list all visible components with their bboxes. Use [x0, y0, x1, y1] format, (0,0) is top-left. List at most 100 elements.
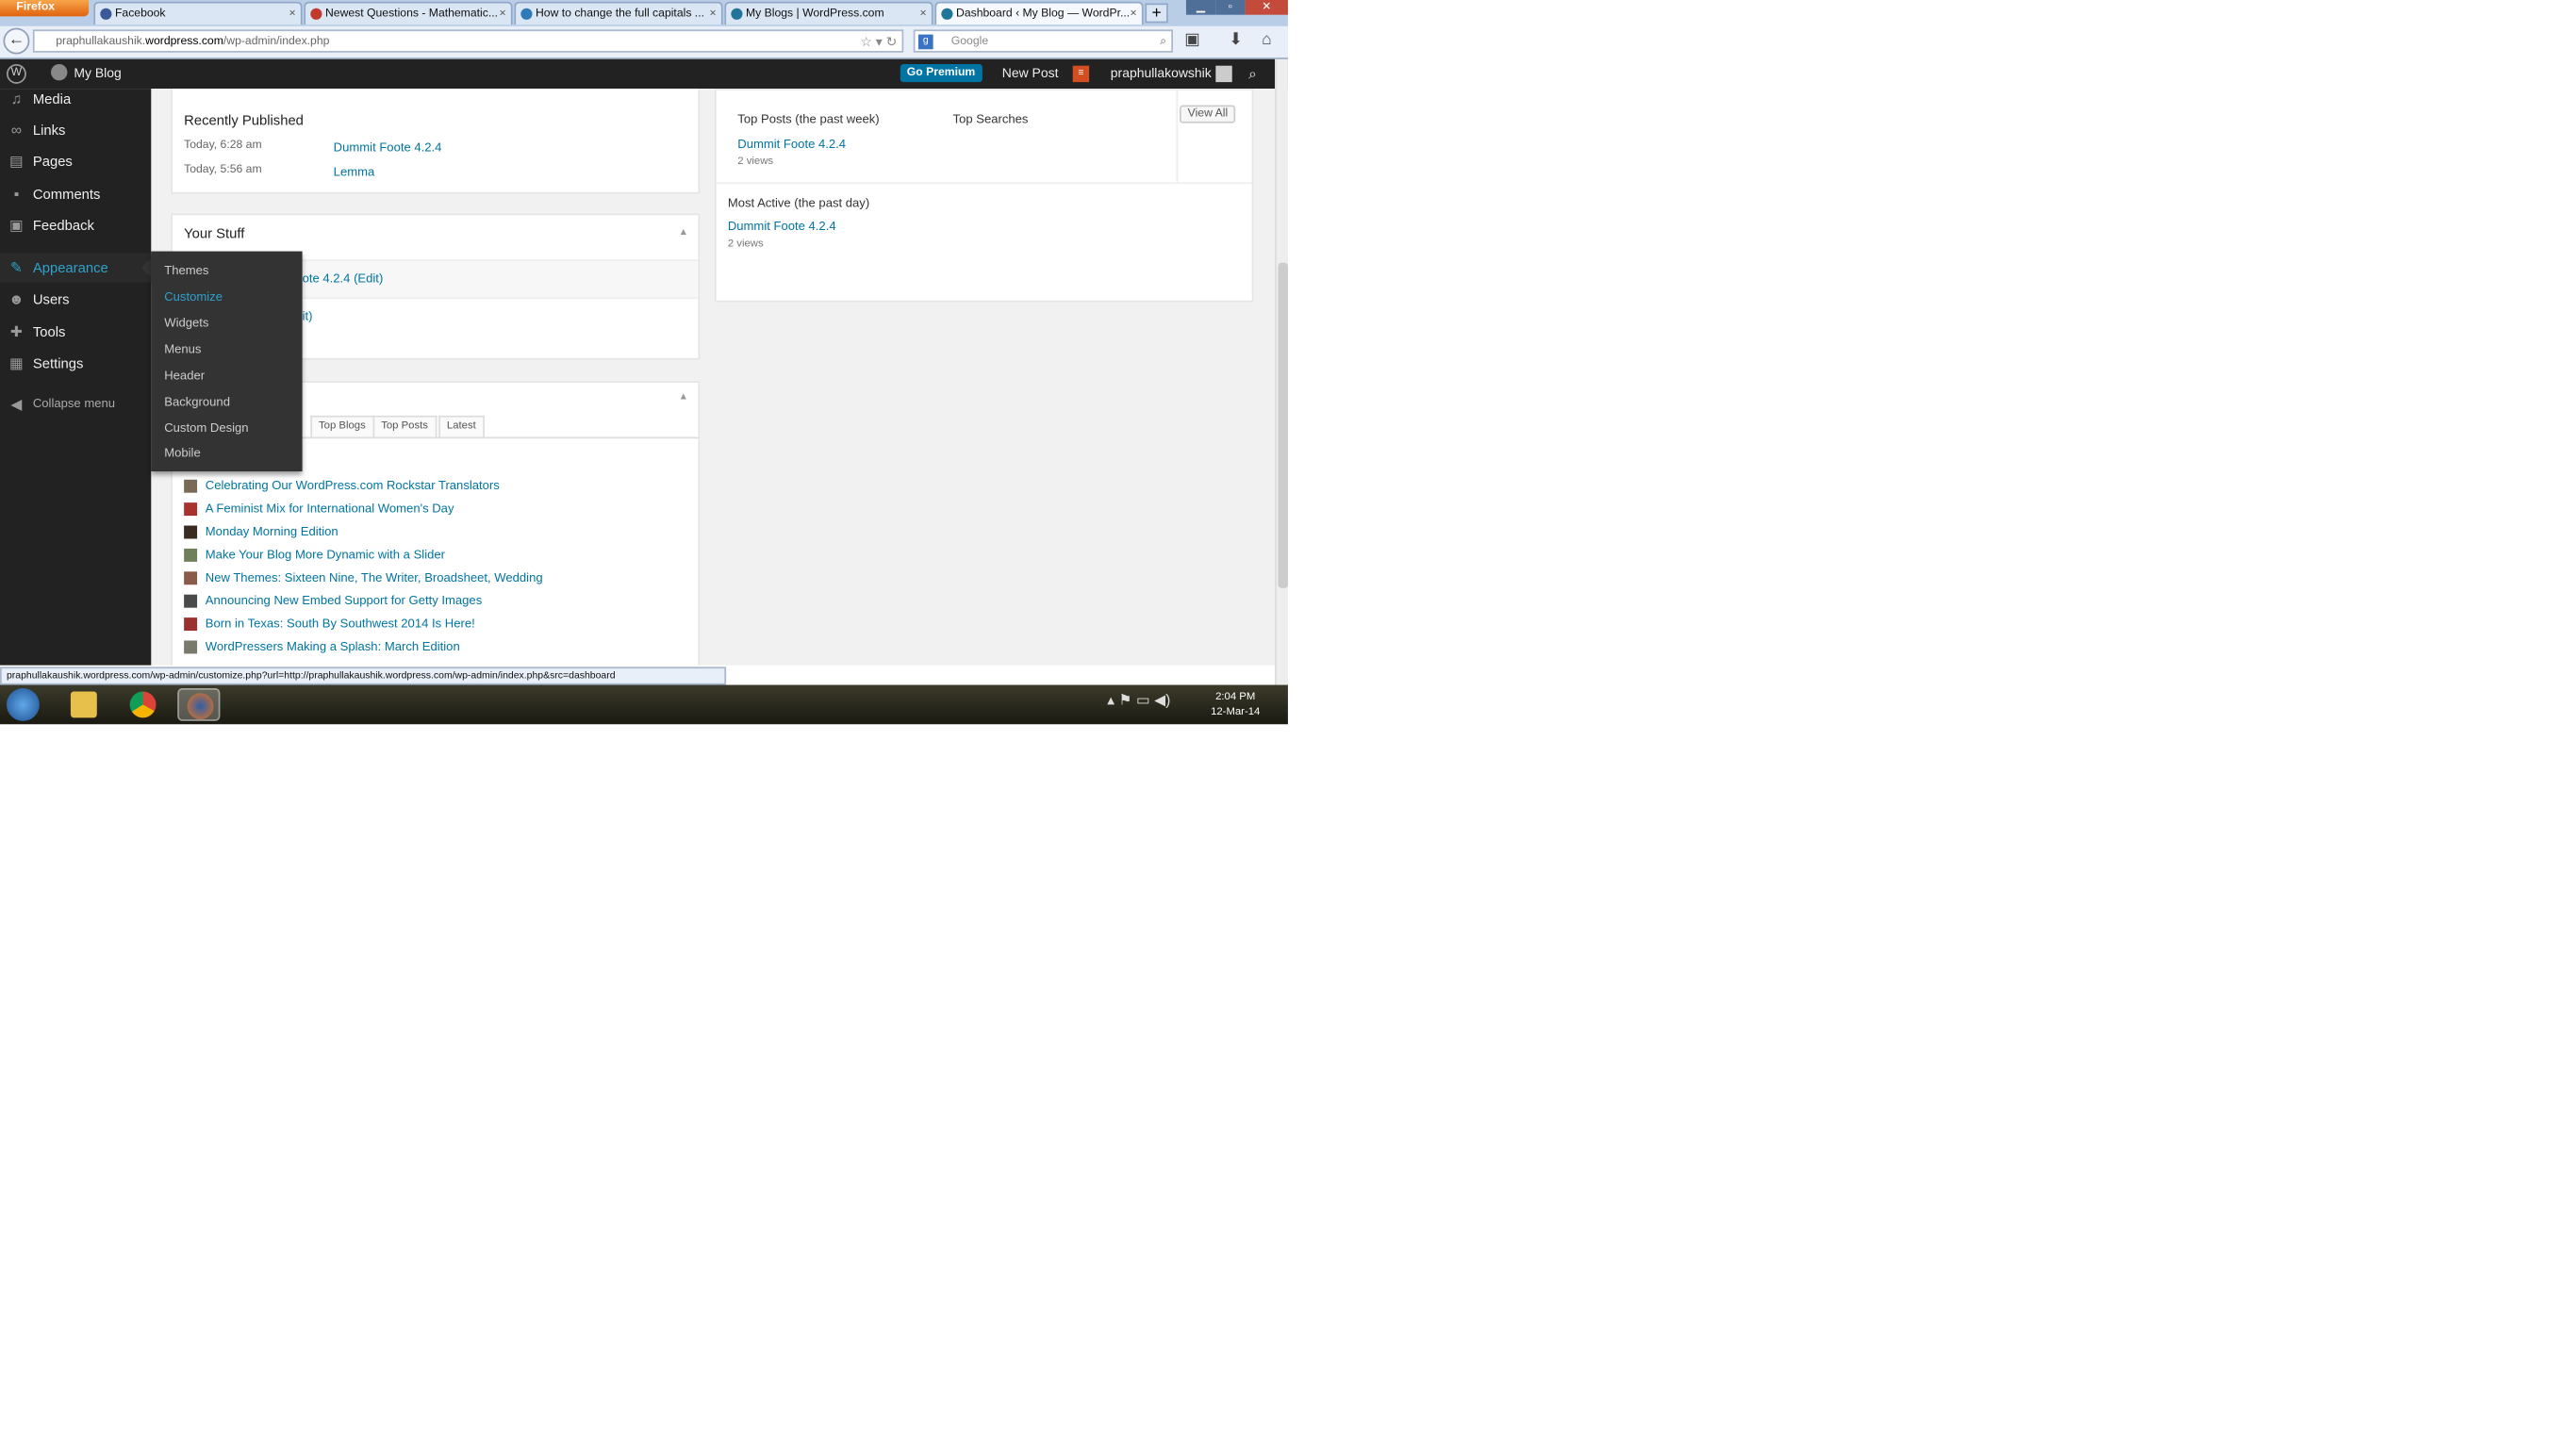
submenu-custom-design[interactable]: Custom Design — [164, 420, 248, 436]
reader-item[interactable]: WordPressers Making a Splash: March Edit… — [184, 639, 460, 654]
stackexchange-icon — [310, 8, 322, 20]
avatar[interactable] — [1215, 65, 1232, 83]
divider — [716, 182, 1252, 185]
sidebar-item-label: Feedback — [32, 216, 94, 234]
reader-item[interactable]: Monday Morning Edition — [184, 523, 339, 539]
browser-tab[interactable]: My Blogs | WordPress.com × — [724, 1, 933, 25]
tab-top-blogs[interactable]: Top Blogs — [310, 415, 374, 437]
stuff-edit-link[interactable]: it) — [303, 309, 313, 324]
sidebar-item-appearance[interactable]: ✎ Appearance — [0, 253, 152, 283]
notifications-icon[interactable]: ≡ — [1072, 65, 1090, 83]
wordpress-icon — [941, 8, 953, 20]
sidebar-item-pages[interactable]: ▤ Pages — [0, 146, 151, 175]
browser-status-bar: praphullakaushik.wordpress.com/wp-admin/… — [0, 666, 727, 685]
close-icon[interactable]: × — [920, 3, 927, 25]
window-controls: ▁ ▫ ✕ — [1185, 0, 1288, 15]
reader-item[interactable]: A Feminist Mix for International Women's… — [184, 501, 454, 517]
wordpress-icon — [520, 8, 533, 20]
search-icon[interactable]: ⌕ — [1160, 31, 1166, 53]
system-clock[interactable]: 2:04 PM 12-Mar-14 — [1202, 690, 1268, 719]
sidebar-item-label: Settings — [32, 354, 84, 371]
maximize-icon[interactable]: ▫ — [1215, 0, 1246, 15]
tab-top-posts[interactable]: Top Posts — [372, 415, 437, 437]
post-link[interactable]: Dummit Foote 4.2.4 — [334, 140, 442, 155]
sidebar-item-users[interactable]: ☻ Users — [0, 284, 151, 313]
sidebar-item-links[interactable]: ∞ Links — [0, 115, 151, 144]
flyout-pointer — [140, 257, 152, 278]
firefox-menu-button[interactable]: Firefox — [0, 0, 90, 17]
download-icon[interactable]: ⬇ — [1229, 31, 1243, 49]
new-tab-button[interactable]: + — [1145, 3, 1168, 24]
reader-item[interactable]: New Themes: Sixteen Nine, The Writer, Br… — [184, 570, 543, 585]
back-arrow-icon[interactable]: ← — [3, 27, 30, 55]
submenu-widgets[interactable]: Widgets — [164, 316, 208, 331]
submenu-customize[interactable]: Customize — [164, 289, 223, 304]
browser-tab-active[interactable]: Dashboard ‹ My Blog — WordPr... × — [934, 1, 1144, 25]
most-active-label: Most Active (the past day) — [727, 195, 870, 211]
recently-published-heading: Recently Published — [184, 111, 304, 128]
tools-icon: ✚ — [9, 323, 23, 340]
chrome-icon — [129, 691, 157, 718]
close-icon[interactable]: × — [710, 3, 717, 25]
most-active-link[interactable]: Dummit Foote 4.2.4 — [728, 219, 836, 234]
browser-tab[interactable]: Newest Questions - Mathematic... × — [304, 1, 513, 25]
bookmark-star-icon[interactable]: ☆ ▾ ↻ — [860, 31, 897, 53]
sidebar-item-media[interactable]: ♫ Media — [0, 84, 151, 113]
reader-item-title: Monday Morning Edition — [205, 523, 339, 539]
user-menu[interactable]: praphullakowshik — [1111, 59, 1212, 89]
browser-nav-bar: ← praphullakaushik.wordpress.com/wp-admi… — [0, 25, 1288, 59]
system-tray[interactable]: ▴ ⚑ ▭ ◀) — [1107, 692, 1170, 710]
search-input[interactable]: g Google ⌕ — [913, 29, 1174, 53]
sidebar-item-settings[interactable]: ▦ Settings — [0, 348, 151, 377]
submenu-background[interactable]: Background — [164, 394, 230, 409]
sidebar-item-feedback[interactable]: ▣ Feedback — [0, 210, 151, 239]
submenu-mobile[interactable]: Mobile — [164, 445, 200, 460]
browser-tab[interactable]: Facebook × — [93, 1, 303, 25]
taskbar-explorer[interactable] — [62, 688, 105, 721]
windows-start-icon[interactable] — [6, 688, 40, 721]
submenu-header[interactable]: Header — [164, 368, 205, 383]
sidebar-item-tools[interactable]: ✚ Tools — [0, 317, 151, 346]
new-post-link[interactable]: New Post — [1002, 59, 1059, 89]
reader-item[interactable]: Announcing New Embed Support for Getty I… — [184, 593, 482, 608]
page-scrollbar[interactable] — [1275, 58, 1288, 685]
wordpress-logo-icon[interactable]: W — [6, 63, 26, 84]
settings-icon: ▦ — [8, 354, 24, 371]
browser-tab[interactable]: How to change the full capitals ... × — [514, 1, 723, 25]
stuff-post-link[interactable]: ote 4.2.4 (Edit) — [303, 271, 384, 286]
tab-title: How to change the full capitals ... — [535, 8, 704, 20]
top-post-link[interactable]: Dummit Foote 4.2.4 — [737, 137, 846, 152]
submenu-menus[interactable]: Menus — [164, 341, 201, 356]
address-bar[interactable]: praphullakaushik.wordpress.com/wp-admin/… — [32, 29, 904, 53]
close-icon[interactable]: × — [289, 3, 295, 25]
reader-item[interactable]: Born in Texas: South By Southwest 2014 I… — [184, 616, 475, 632]
reader-item[interactable]: Make Your Blog More Dynamic with a Slide… — [184, 547, 445, 562]
scrollbar-thumb[interactable] — [1278, 262, 1288, 588]
bookmarks-icon[interactable]: ▣ — [1184, 31, 1199, 49]
divider — [1176, 90, 1179, 183]
search-icon[interactable]: ⌕ — [1248, 59, 1257, 89]
reader-item[interactable]: Celebrating Our WordPress.com Rockstar T… — [184, 478, 500, 493]
url-prefix: praphullakaushik. — [56, 36, 146, 48]
tab-latest[interactable]: Latest — [438, 415, 485, 437]
view-all-button[interactable]: View All — [1179, 105, 1236, 123]
taskbar-firefox[interactable] — [177, 688, 221, 721]
blog-thumbnail-icon — [184, 571, 198, 585]
post-link[interactable]: Lemma — [334, 164, 375, 179]
home-icon[interactable]: ⌂ — [1262, 31, 1272, 49]
minimize-icon[interactable]: ▁ — [1185, 0, 1216, 15]
taskbar-chrome[interactable] — [122, 688, 164, 721]
tab-title: Dashboard ‹ My Blog — WordPr... — [956, 8, 1131, 20]
sidebar-item-comments[interactable]: ▪ Comments — [0, 179, 151, 208]
go-premium-button[interactable]: Go Premium — [900, 63, 983, 83]
close-icon[interactable]: × — [1131, 3, 1137, 25]
collapse-caret-icon[interactable]: ▲ — [679, 228, 688, 238]
collapse-caret-icon[interactable]: ▲ — [679, 392, 688, 402]
blog-thumbnail-icon — [184, 640, 198, 654]
feedback-icon: ▣ — [8, 216, 24, 234]
admin-sidebar: ♫ Media ∞ Links ▤ Pages ▪ Comments ▣ Feedback… — [0, 89, 152, 666]
close-icon[interactable]: × — [499, 3, 505, 25]
collapse-menu-button[interactable]: ◀ Collapse menu — [0, 389, 151, 419]
submenu-themes[interactable]: Themes — [164, 263, 208, 278]
close-window-icon[interactable]: ✕ — [1245, 0, 1288, 15]
